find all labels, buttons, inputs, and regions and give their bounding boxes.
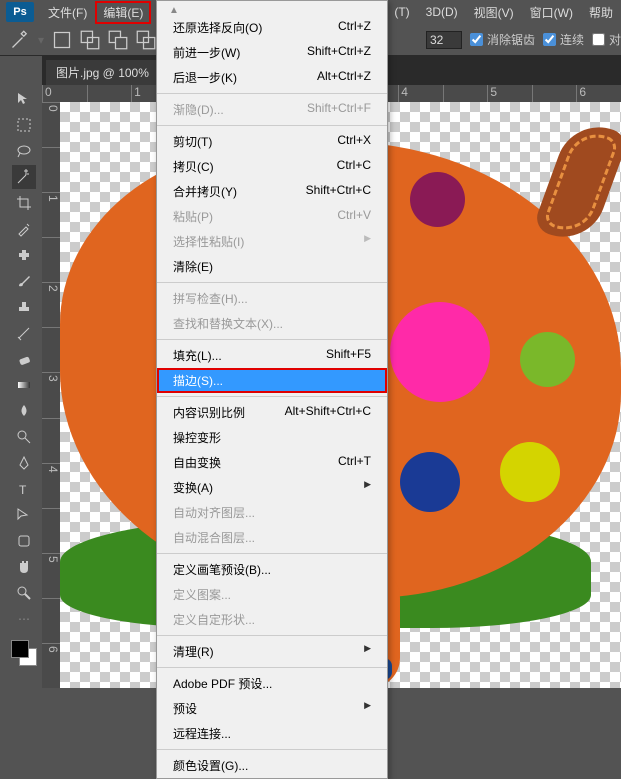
hand-tool-icon[interactable] xyxy=(12,555,36,579)
menu-edit[interactable]: 编辑(E) xyxy=(95,1,151,24)
menu-auto-align: 自动对齐图层... xyxy=(157,500,387,525)
menu-cut[interactable]: 剪切(T)Ctrl+X xyxy=(157,129,387,154)
move-tool-icon[interactable] xyxy=(12,87,36,111)
brush-tool-icon[interactable] xyxy=(12,269,36,293)
menu-fade: 渐隐(D)...Shift+Ctrl+F xyxy=(157,97,387,122)
menu-extra[interactable]: (T) xyxy=(386,2,417,22)
ps-logo: Ps xyxy=(6,2,34,22)
eraser-tool-icon[interactable] xyxy=(12,347,36,371)
menu-auto-blend: 自动混合图层... xyxy=(157,525,387,550)
menu-clear[interactable]: 清除(E) xyxy=(157,254,387,279)
menu-color-settings[interactable]: 颜色设置(G)... xyxy=(157,753,387,778)
sample-checkbox[interactable]: 对 xyxy=(592,31,621,48)
menu-pdf-presets[interactable]: Adobe PDF 预设... xyxy=(157,671,387,696)
menu-content-aware-scale[interactable]: 内容识别比例Alt+Shift+Ctrl+C xyxy=(157,400,387,425)
gradient-tool-icon[interactable] xyxy=(12,373,36,397)
menu-purge[interactable]: 清理(R) xyxy=(157,639,387,664)
document-tab[interactable]: 图片.jpg @ 100% xyxy=(46,60,159,85)
pen-tool-icon[interactable] xyxy=(12,451,36,475)
selection-mode-icon[interactable] xyxy=(52,30,72,50)
crop-tool-icon[interactable] xyxy=(12,191,36,215)
menu-view[interactable]: 视图(V) xyxy=(466,1,522,24)
menu-define-pattern: 定义图案... xyxy=(157,582,387,607)
menu-undo[interactable]: 还原选择反向(O)Ctrl+Z xyxy=(157,15,387,40)
menu-find-replace: 查找和替换文本(X)... xyxy=(157,311,387,336)
blur-tool-icon[interactable] xyxy=(12,399,36,423)
color-swatches[interactable] xyxy=(11,640,37,666)
menu-puppet-warp[interactable]: 操控变形 xyxy=(157,425,387,450)
path-tool-icon[interactable] xyxy=(12,503,36,527)
type-tool-icon[interactable]: T xyxy=(12,477,36,501)
dodge-tool-icon[interactable] xyxy=(12,425,36,449)
menu-presets[interactable]: 预设 xyxy=(157,696,387,721)
menu-transform[interactable]: 变换(A) xyxy=(157,475,387,500)
menu-step-back[interactable]: 后退一步(K)Alt+Ctrl+Z xyxy=(157,65,387,90)
tolerance-input[interactable] xyxy=(426,31,462,49)
menu-free-transform[interactable]: 自由变换Ctrl+T xyxy=(157,450,387,475)
menu-define-shape: 定义自定形状... xyxy=(157,607,387,632)
contiguous-checkbox[interactable]: 连续 xyxy=(543,31,584,48)
menu-paste: 粘贴(P)Ctrl+V xyxy=(157,204,387,229)
menu-paste-special: 选择性粘贴(I) xyxy=(157,229,387,254)
svg-text:T: T xyxy=(19,483,27,497)
antialias-checkbox[interactable]: 消除锯齿 xyxy=(470,31,535,48)
menu-spellcheck: 拼写检查(H)... xyxy=(157,286,387,311)
history-brush-icon[interactable] xyxy=(12,321,36,345)
zoom-tool-icon[interactable] xyxy=(12,581,36,605)
menu-copy[interactable]: 拷贝(C)Ctrl+C xyxy=(157,154,387,179)
menu-3d[interactable]: 3D(D) xyxy=(418,2,466,22)
vertical-ruler: 0123456 xyxy=(42,102,60,688)
menu-step-forward[interactable]: 前进一步(W)Shift+Ctrl+Z xyxy=(157,40,387,65)
menu-file[interactable]: 文件(F) xyxy=(40,1,95,24)
lasso-tool-icon[interactable] xyxy=(12,139,36,163)
marquee-tool-icon[interactable] xyxy=(12,113,36,137)
tools-panel: T ⋯ xyxy=(6,56,42,688)
wand-tool-icon[interactable] xyxy=(12,165,36,189)
menu-stroke[interactable]: 描边(S)... xyxy=(157,368,387,393)
stamp-tool-icon[interactable] xyxy=(12,295,36,319)
foreground-swatch[interactable] xyxy=(11,640,29,658)
menu-fill[interactable]: 填充(L)...Shift+F5 xyxy=(157,343,387,368)
menu-define-brush[interactable]: 定义画笔预设(B)... xyxy=(157,557,387,582)
wand-tool-icon xyxy=(10,30,30,50)
selection-sub-icon[interactable] xyxy=(108,30,128,50)
menu-help[interactable]: 帮助 xyxy=(581,1,621,24)
eyedropper-tool-icon[interactable] xyxy=(12,217,36,241)
edit-toolbar-icon[interactable]: ⋯ xyxy=(12,607,36,631)
heal-tool-icon[interactable] xyxy=(12,243,36,267)
menu-remote[interactable]: 远程连接... xyxy=(157,721,387,746)
scroll-up-icon[interactable]: ▲ xyxy=(169,5,179,16)
shape-tool-icon[interactable] xyxy=(12,529,36,553)
menu-window[interactable]: 窗口(W) xyxy=(522,1,581,24)
menu-copy-merged[interactable]: 合并拷贝(Y)Shift+Ctrl+C xyxy=(157,179,387,204)
selection-int-icon[interactable] xyxy=(136,30,156,50)
selection-add-icon[interactable] xyxy=(80,30,100,50)
edit-menu-dropdown: ▲ 还原选择反向(O)Ctrl+Z 前进一步(W)Shift+Ctrl+Z 后退… xyxy=(156,0,388,779)
